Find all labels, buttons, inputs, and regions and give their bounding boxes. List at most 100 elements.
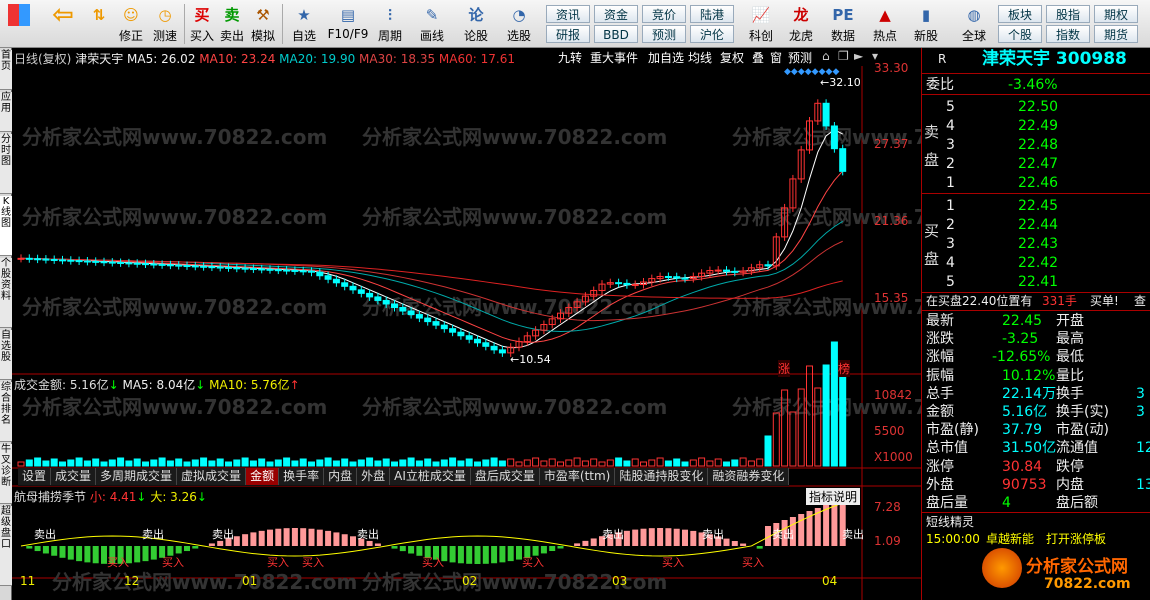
- volume-bar: [382, 458, 390, 467]
- sell-level: 5 22.50: [922, 98, 1150, 117]
- indicator-bar: [217, 540, 224, 546]
- menu-sh-london[interactable]: 沪伦: [690, 25, 734, 43]
- sell-button[interactable]: 卖卖出: [218, 2, 246, 46]
- window-button[interactable]: 窗: [768, 49, 784, 65]
- tab-margin[interactable]: 融资融券变化: [708, 468, 790, 485]
- candle: [274, 269, 282, 272]
- star-market-button[interactable]: 📈 科创: [744, 2, 778, 46]
- menu-index-futures[interactable]: 股指: [1046, 5, 1090, 23]
- ma-button[interactable]: 均线: [686, 49, 714, 65]
- note-text: 在买盘22.40位置有: [926, 294, 1033, 308]
- candle: [341, 282, 349, 287]
- candle: [440, 324, 448, 330]
- tab-profile[interactable]: 个股资料: [0, 258, 12, 328]
- indicator-bar: [673, 528, 680, 546]
- draw-line-button[interactable]: ✎ 画线: [414, 2, 450, 46]
- window-copy-icon[interactable]: ❐: [836, 49, 851, 65]
- buy-signal: 买入: [422, 556, 444, 569]
- candle: [424, 317, 432, 323]
- tab-after-volume[interactable]: 盘后成交量: [470, 468, 540, 485]
- tab-apps[interactable]: 应用: [0, 92, 12, 132]
- tab-outer[interactable]: 外盘: [357, 468, 391, 485]
- data-button[interactable]: PE 数据: [826, 2, 860, 46]
- tab-intraday[interactable]: 分时图: [0, 134, 12, 194]
- tab-ai-volume[interactable]: AI立桩成交量: [390, 468, 471, 485]
- tab-diagnosis[interactable]: 牛叉诊断: [0, 444, 12, 504]
- buy-button[interactable]: 买买入: [188, 2, 216, 46]
- candle: [258, 268, 266, 271]
- menu-forecast[interactable]: 预测: [642, 25, 686, 43]
- arrow-right-icon[interactable]: ►: [852, 49, 865, 65]
- add-favorite-button[interactable]: 加自选: [646, 49, 686, 65]
- menu-news[interactable]: 资讯: [546, 5, 590, 23]
- major-events-button[interactable]: 重大事件: [588, 49, 640, 65]
- overlay-button[interactable]: 叠: [750, 49, 766, 65]
- favorites-button[interactable]: ★ 自选: [286, 2, 322, 46]
- menu-auction[interactable]: 竞价: [642, 5, 686, 23]
- simulate-button[interactable]: ⚒ 模拟: [248, 2, 278, 46]
- candle: [117, 261, 125, 264]
- tab-virtual-volume[interactable]: 虚拟成交量: [177, 468, 247, 485]
- restore-button[interactable]: 复权: [718, 49, 746, 65]
- indicator-bar: [665, 528, 672, 546]
- forecast-button[interactable]: 预测: [786, 49, 814, 65]
- period-button[interactable]: ⫶ 周期: [372, 2, 408, 46]
- discuss-button[interactable]: 论论股: [458, 2, 494, 46]
- tab-kline[interactable]: K线图: [0, 196, 12, 256]
- tab-ranking[interactable]: 综合排名: [0, 382, 12, 442]
- menu-funds[interactable]: 资金: [594, 5, 638, 23]
- volume-bar: [689, 459, 697, 467]
- tab-settings[interactable]: 设置: [18, 468, 52, 485]
- global-button[interactable]: ◍ 全球: [954, 2, 994, 46]
- tab-pe-ttm[interactable]: 市盈率(ttm): [539, 468, 616, 485]
- rank-badge[interactable]: 榜: [838, 360, 851, 377]
- nine-turn-button[interactable]: 九转: [556, 49, 584, 65]
- speedtest-button[interactable]: ◷ 测速: [150, 2, 180, 46]
- tab-home[interactable]: 首页: [0, 50, 12, 90]
- stat-label: 涨停: [926, 458, 954, 475]
- tab-inner[interactable]: 内盘: [324, 468, 358, 485]
- menu-sector[interactable]: 板块: [998, 5, 1042, 23]
- f10-button[interactable]: ▤ F10/F9: [326, 2, 370, 46]
- indicator-bar: [756, 546, 763, 549]
- menu-bbd[interactable]: BBD: [594, 25, 638, 43]
- tab-amount[interactable]: 金额: [246, 468, 280, 485]
- hotspot-button[interactable]: ▲ 热点: [868, 2, 902, 46]
- menu-hk-connect[interactable]: 陆港: [690, 5, 734, 23]
- windows-icon[interactable]: [4, 2, 34, 46]
- kline-chart[interactable]: 分析家公式网www.70822.com 分析家公式网www.70822.com 分析…: [12, 48, 921, 600]
- lock-icon[interactable]: ⌂: [820, 49, 832, 65]
- volume-bar: [540, 460, 548, 467]
- r-indicator: R: [938, 52, 947, 66]
- fix-button[interactable]: ☺ 修正: [116, 2, 146, 46]
- menu-research[interactable]: 研报: [546, 25, 590, 43]
- volume-bar: [714, 458, 722, 467]
- tab-hk-holding[interactable]: 陆股通持股变化: [615, 468, 709, 485]
- dragon-tiger-button[interactable]: 龙龙虎: [784, 2, 818, 46]
- tab-multi-volume[interactable]: 多周期成交量: [96, 468, 178, 485]
- menu-options[interactable]: 期权: [1094, 5, 1138, 23]
- menu-stock[interactable]: 个股: [998, 25, 1042, 43]
- candle: [125, 262, 133, 265]
- tab-turnover[interactable]: 换手率: [279, 468, 325, 485]
- limit-up-badge[interactable]: 涨: [778, 360, 791, 377]
- event-stock[interactable]: 卓越新能: [986, 530, 1034, 549]
- up-down-icon[interactable]: ⇅: [86, 2, 112, 46]
- indicator-explain-button[interactable]: 指标说明: [806, 488, 861, 505]
- buy-level: 5 22.41: [922, 273, 1150, 292]
- menu-futures[interactable]: 期货: [1094, 25, 1138, 43]
- tab-watchlist[interactable]: 自选股: [0, 330, 12, 380]
- stock-picker-button[interactable]: ◔ 选股: [500, 2, 538, 46]
- menu-index[interactable]: 指数: [1046, 25, 1090, 43]
- tab-super-quote[interactable]: 超级盘口: [0, 506, 12, 586]
- volume-bar: [316, 459, 324, 467]
- tab-volume[interactable]: 成交量: [51, 468, 97, 485]
- note-qty: 331手: [1042, 294, 1077, 308]
- back-arrow-icon[interactable]: ⇦: [46, 2, 80, 46]
- stat-row: 涨停 30.84 跌停: [922, 458, 1150, 477]
- volume-bar: [241, 457, 249, 467]
- stat-label: 开盘: [1056, 313, 1084, 329]
- new-stock-button[interactable]: ▮ 新股: [908, 2, 944, 46]
- level: 2: [946, 156, 955, 172]
- indicator-bar: [283, 528, 290, 546]
